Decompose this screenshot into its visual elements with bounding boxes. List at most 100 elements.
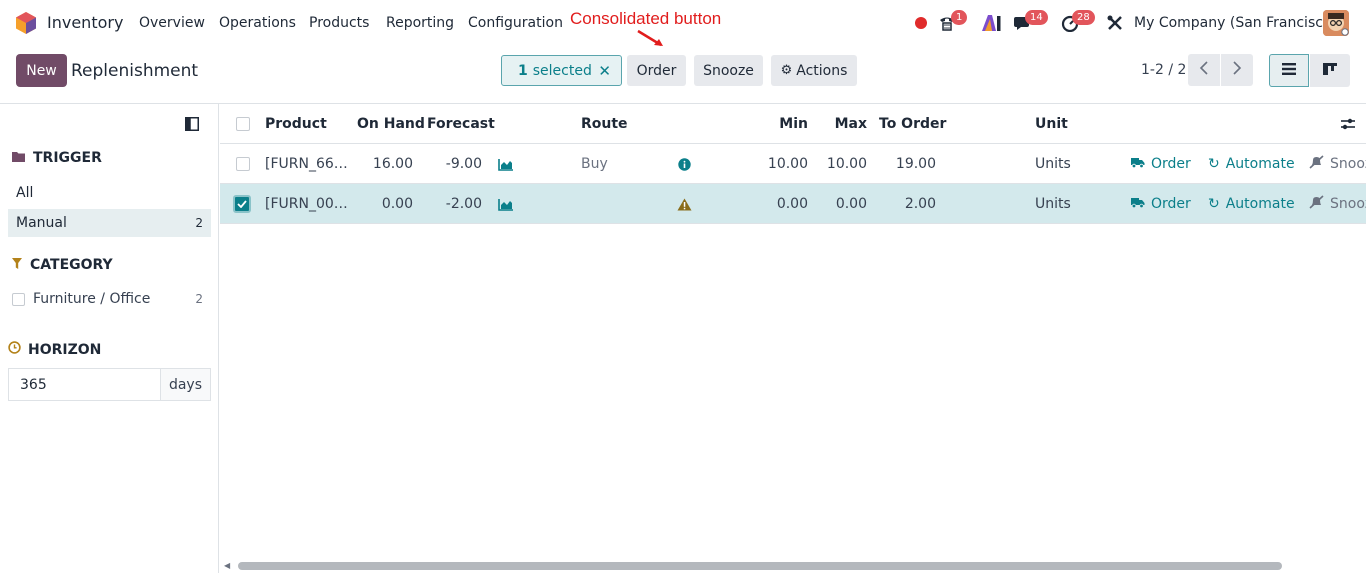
cell-product[interactable]: [FURN_00… bbox=[265, 184, 348, 224]
pager-previous-button[interactable] bbox=[1188, 54, 1220, 86]
column-on-hand[interactable]: On Hand bbox=[357, 104, 425, 144]
row-snooze-button[interactable]: Snooz bbox=[1309, 144, 1366, 184]
trigger-item-all[interactable]: All bbox=[8, 179, 211, 207]
order-button[interactable]: Order bbox=[627, 55, 686, 86]
column-min[interactable]: Min bbox=[760, 104, 808, 144]
select-all-checkbox[interactable] bbox=[236, 104, 250, 144]
cell-on-hand: 16.00 bbox=[372, 156, 413, 172]
category-title-text: CATEGORY bbox=[30, 257, 113, 273]
horizontal-scrollbar[interactable]: ◀ bbox=[224, 560, 1366, 572]
menu-products[interactable]: Products bbox=[309, 15, 369, 31]
row-snooze-button[interactable]: Snooz bbox=[1309, 184, 1366, 224]
row-order-label: Order bbox=[1151, 196, 1191, 212]
cell-min[interactable]: 0.00 bbox=[750, 184, 808, 224]
selected-label: selected bbox=[532, 62, 592, 79]
new-button[interactable]: New bbox=[16, 54, 67, 87]
row-automate-label: Automate bbox=[1225, 196, 1295, 212]
horizon-section-title: HORIZON bbox=[8, 341, 101, 358]
bell-slash-icon bbox=[1309, 195, 1324, 213]
cell-max[interactable]: 10.00 bbox=[810, 144, 867, 184]
toggle-sidebar-icon[interactable] bbox=[185, 117, 201, 133]
pager-next-button[interactable] bbox=[1221, 54, 1253, 86]
column-product[interactable]: Product bbox=[265, 104, 327, 144]
kanban-view-icon bbox=[1323, 62, 1337, 79]
actions-button[interactable]: ⚙ Actions bbox=[771, 55, 857, 86]
search-panel: TRIGGER All Manual 2 CATEGORY Furniture … bbox=[0, 104, 219, 573]
inventory-app-icon[interactable] bbox=[16, 12, 36, 34]
row-checkbox[interactable] bbox=[236, 144, 250, 184]
horizon-title-text: HORIZON bbox=[28, 341, 102, 358]
category-checkbox[interactable] bbox=[12, 292, 25, 306]
info-icon[interactable] bbox=[678, 144, 691, 184]
gear-icon: ⚙ bbox=[780, 63, 793, 78]
page-title: Replenishment bbox=[71, 61, 199, 81]
cell-product[interactable]: [FURN_66… bbox=[265, 144, 348, 184]
row-automate-button[interactable]: ↻ Automate bbox=[1208, 144, 1295, 184]
selected-count: 1 bbox=[518, 62, 528, 79]
cell-route[interactable]: Buy bbox=[581, 144, 608, 184]
trigger-title-text: TRIGGER bbox=[33, 150, 102, 166]
row-automate-label: Automate bbox=[1225, 156, 1295, 172]
menu-reporting[interactable]: Reporting bbox=[386, 15, 454, 31]
chevron-left-icon bbox=[1199, 61, 1209, 79]
column-max[interactable]: Max bbox=[820, 104, 867, 144]
kanban-view-button[interactable] bbox=[1310, 54, 1350, 87]
trigger-section-title: TRIGGER bbox=[12, 150, 102, 166]
recording-dot-icon[interactable] bbox=[914, 12, 928, 34]
list-view-button[interactable] bbox=[1269, 54, 1309, 87]
ai-icon[interactable] bbox=[982, 12, 1002, 34]
menu-operations[interactable]: Operations bbox=[219, 15, 296, 31]
truck-icon bbox=[1131, 196, 1145, 212]
row-order-button[interactable]: Order bbox=[1131, 184, 1191, 224]
menu-configuration[interactable]: Configuration bbox=[468, 15, 563, 31]
clock-icon bbox=[8, 341, 21, 358]
user-avatar[interactable] bbox=[1323, 10, 1349, 36]
cell-to-order[interactable]: 2.00 bbox=[876, 184, 936, 224]
row-checkbox-checked[interactable] bbox=[233, 184, 251, 224]
column-unit[interactable]: Unit bbox=[1035, 104, 1068, 144]
row-automate-button[interactable]: ↻ Automate bbox=[1208, 184, 1295, 224]
cell-min[interactable]: 10.00 bbox=[750, 144, 808, 184]
snooze-button[interactable]: Snooze bbox=[694, 55, 763, 86]
optional-columns-icon[interactable] bbox=[1340, 104, 1356, 144]
menu-overview[interactable]: Overview bbox=[139, 15, 205, 31]
trigger-item-manual[interactable]: Manual 2 bbox=[8, 209, 211, 237]
category-item-count: 2 bbox=[195, 292, 203, 306]
cell-unit: Units bbox=[1035, 156, 1071, 172]
truck-icon bbox=[1131, 156, 1145, 172]
column-forecast[interactable]: Forecast bbox=[427, 104, 495, 144]
table-row[interactable]: [FURN_00… 0.00 -2.00 0.00 0.00 2.00 Unit… bbox=[220, 184, 1366, 224]
table-row[interactable]: [FURN_66… 16.00 -9.00 Buy 10.00 10.00 19… bbox=[220, 144, 1366, 184]
timers-badge: 28 bbox=[1072, 10, 1095, 25]
column-to-order[interactable]: To Order bbox=[879, 104, 946, 144]
cell-forecast: -9.00 bbox=[445, 156, 482, 172]
filter-icon bbox=[12, 257, 22, 273]
cell-forecast: -2.00 bbox=[445, 196, 482, 212]
bell-slash-icon bbox=[1309, 155, 1324, 173]
forecast-graph-icon[interactable] bbox=[498, 184, 514, 224]
scroll-left-icon[interactable]: ◀ bbox=[224, 561, 230, 570]
cell-max[interactable]: 0.00 bbox=[810, 184, 867, 224]
selection-indicator: 1 selected ✕ bbox=[501, 55, 622, 86]
scrollbar-thumb[interactable] bbox=[238, 562, 1282, 570]
trigger-item-label: All bbox=[16, 185, 34, 201]
horizon-input[interactable]: 365 bbox=[9, 369, 160, 400]
cell-on-hand: 0.00 bbox=[381, 196, 413, 212]
refresh-icon: ↻ bbox=[1208, 156, 1220, 172]
warning-icon[interactable] bbox=[677, 184, 692, 224]
clear-selection-icon[interactable]: ✕ bbox=[598, 62, 611, 80]
category-item-label: Furniture / Office bbox=[33, 291, 151, 307]
actions-label: Actions bbox=[796, 62, 848, 79]
chevron-right-icon bbox=[1232, 61, 1242, 79]
row-order-button[interactable]: Order bbox=[1131, 144, 1191, 184]
debug-tools-icon[interactable] bbox=[1106, 12, 1124, 34]
cell-to-order[interactable]: 19.00 bbox=[876, 144, 936, 184]
category-item-furniture-office[interactable]: Furniture / Office 2 bbox=[12, 289, 203, 309]
column-route[interactable]: Route bbox=[581, 104, 628, 144]
messages-badge: 14 bbox=[1025, 10, 1048, 25]
refresh-icon: ↻ bbox=[1208, 196, 1220, 212]
forecast-graph-icon[interactable] bbox=[498, 144, 514, 184]
company-switcher[interactable]: My Company (San Francisco) bbox=[1134, 15, 1337, 31]
app-name[interactable]: Inventory bbox=[47, 13, 123, 32]
pager-value[interactable]: 1-2 / 2 bbox=[1141, 62, 1186, 78]
